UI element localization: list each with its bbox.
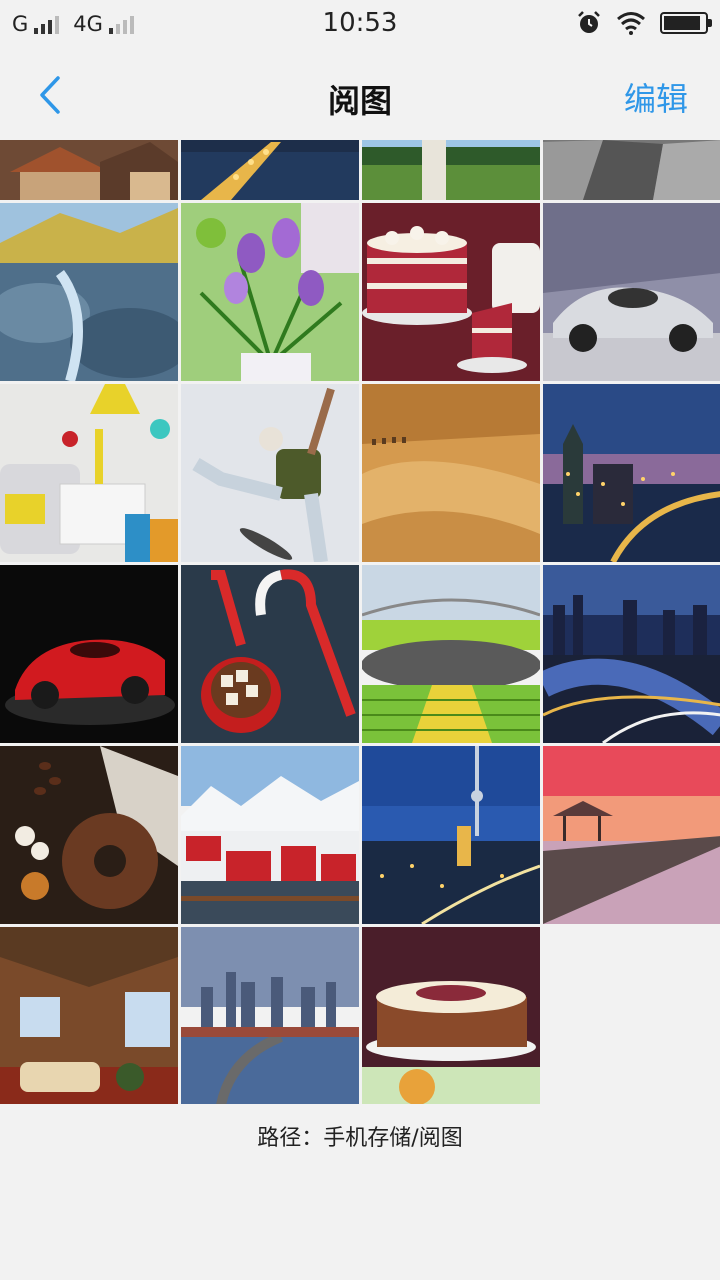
- photo-thumbnail-person-on-lawn[interactable]: [362, 140, 540, 200]
- status-icons: [576, 10, 712, 36]
- photo-thumbnail-purple-crocus-flowers[interactable]: [181, 203, 359, 381]
- photo-thumbnail-desert-dunes-camels[interactable]: [362, 384, 540, 562]
- edit-button[interactable]: 编辑: [624, 74, 688, 120]
- photo-thumbnail-cream-cake-with-pear[interactable]: [362, 927, 540, 1104]
- photo-thumbnail-modern-architecture[interactable]: [543, 140, 720, 200]
- photo-thumbnail-old-town-rooftops[interactable]: [0, 140, 178, 200]
- alarm-icon: [578, 11, 600, 33]
- photo-thumbnail-red-sports-car[interactable]: [0, 565, 178, 743]
- photo-thumbnail-mountain-river-rocks[interactable]: [0, 203, 178, 381]
- photo-thumbnail-candy-canes-cocoa[interactable]: [181, 565, 359, 743]
- photo-thumbnail-red-velvet-cake[interactable]: [362, 203, 540, 381]
- battery-icon: [660, 12, 712, 34]
- photo-thumbnail-sunset-pier[interactable]: [543, 746, 720, 924]
- photo-thumbnail-tv-tower-city-night[interactable]: [362, 746, 540, 924]
- photo-thumbnail-chocolate-bundt-cake[interactable]: [0, 746, 178, 924]
- photo-thumbnail-city-skyline-dusk[interactable]: [543, 384, 720, 562]
- wifi-icon: [617, 12, 645, 35]
- photo-thumbnail-cabin-interior[interactable]: [0, 927, 178, 1104]
- page-title: 阅图: [327, 82, 392, 120]
- storage-path-label: 路径：手机存储/阅图: [257, 1126, 463, 1151]
- photo-thumbnail-skateboarder-jump[interactable]: [181, 384, 359, 562]
- status-bar: G 4G 10:53: [0, 0, 720, 50]
- nav-bar: 阅图 编辑: [0, 50, 720, 140]
- photo-thumbnail-silver-sports-car[interactable]: [543, 203, 720, 381]
- photo-thumbnail-city-skyline-river[interactable]: [181, 927, 359, 1104]
- photo-thumbnail-colorful-living-room[interactable]: [0, 384, 178, 562]
- photo-thumbnail-night-bridge-lights[interactable]: [181, 140, 359, 200]
- photo-grid: [0, 140, 720, 1104]
- photo-thumbnail-snowy-red-houses[interactable]: [181, 746, 359, 924]
- photo-thumbnail-river-city-night[interactable]: [543, 565, 720, 743]
- photo-thumbnail-olympic-stadium[interactable]: [362, 565, 540, 743]
